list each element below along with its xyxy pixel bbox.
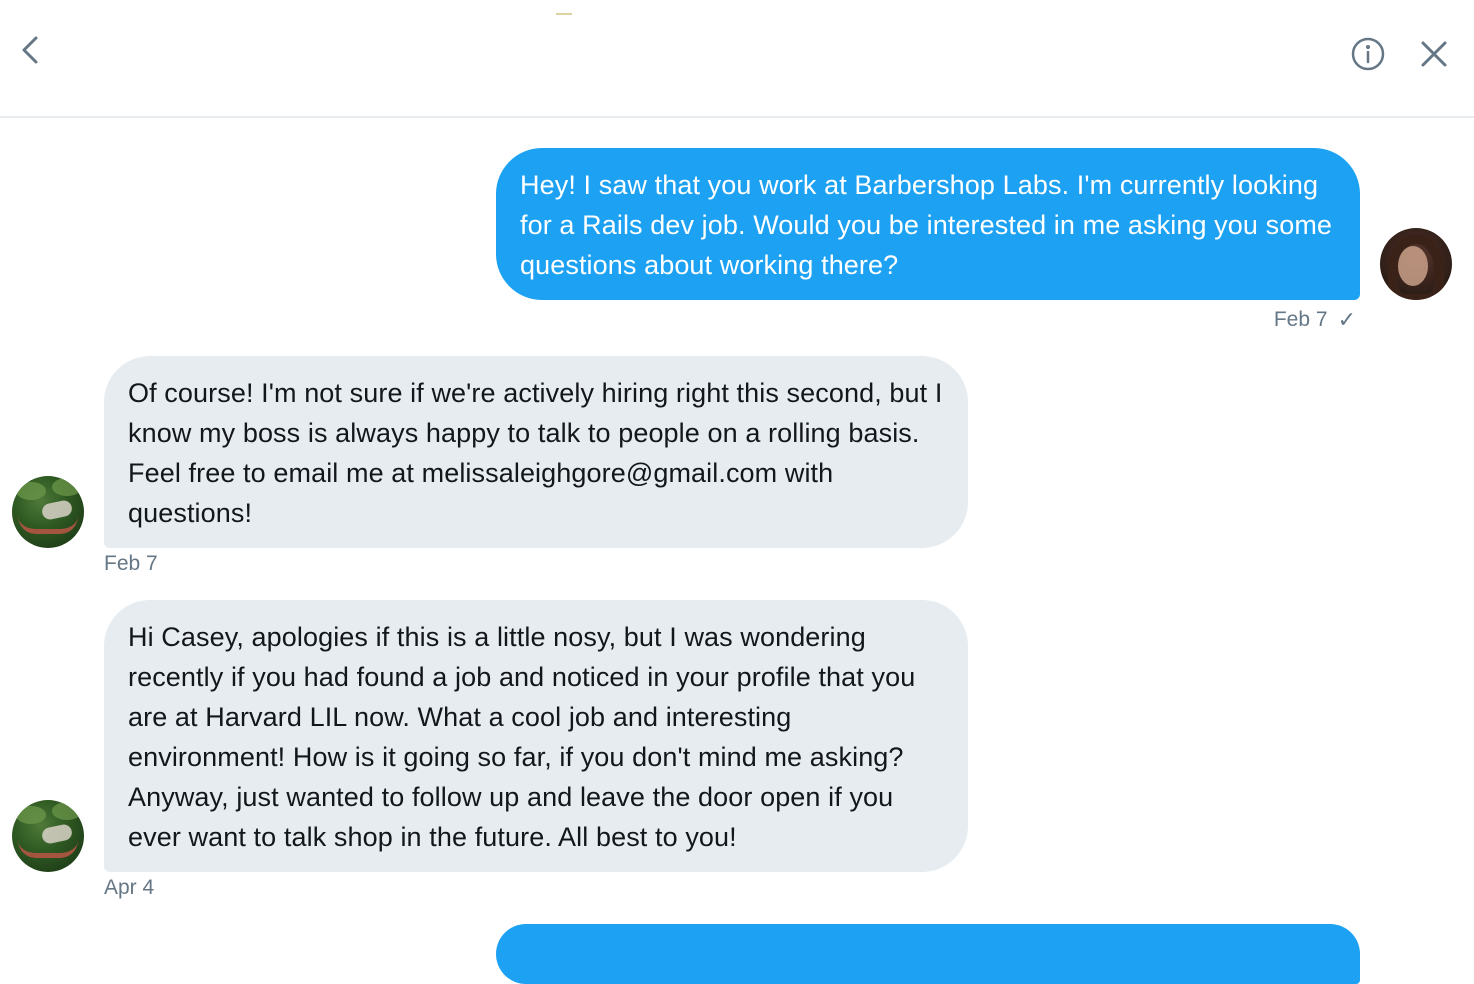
sent-message-bubble[interactable] xyxy=(496,924,1360,984)
close-button[interactable] xyxy=(1414,34,1454,74)
message-date: Feb 7 xyxy=(104,552,158,575)
sent-message-bubble[interactable]: Hey! I saw that you work at Barbershop L… xyxy=(496,148,1360,300)
checkmark-icon: ✓ xyxy=(1337,307,1356,332)
chevron-left-icon xyxy=(22,36,38,64)
info-icon xyxy=(1351,37,1385,71)
close-icon xyxy=(1421,41,1447,67)
decorative-mark xyxy=(556,13,572,15)
message-date: Apr 4 xyxy=(104,876,155,899)
received-message-bubble[interactable]: Hi Casey, apologies if this is a little … xyxy=(104,600,968,872)
message-date: Feb 7 xyxy=(1273,308,1328,331)
info-button[interactable] xyxy=(1346,32,1390,76)
conversation-header xyxy=(0,0,1474,118)
avatar[interactable] xyxy=(12,800,84,872)
message-text: Hey! I saw that you work at Barbershop L… xyxy=(520,170,1333,280)
avatar[interactable] xyxy=(12,476,84,548)
received-message-bubble[interactable]: Of course! I'm not sure if we're activel… xyxy=(104,356,968,548)
message-text: Of course! I'm not sure if we're activel… xyxy=(128,378,943,528)
message-meta: Feb 7 ✓ xyxy=(1274,308,1356,332)
message-text: Hi Casey, apologies if this is a little … xyxy=(128,622,916,852)
back-button[interactable] xyxy=(12,30,48,70)
avatar[interactable] xyxy=(1380,228,1452,300)
